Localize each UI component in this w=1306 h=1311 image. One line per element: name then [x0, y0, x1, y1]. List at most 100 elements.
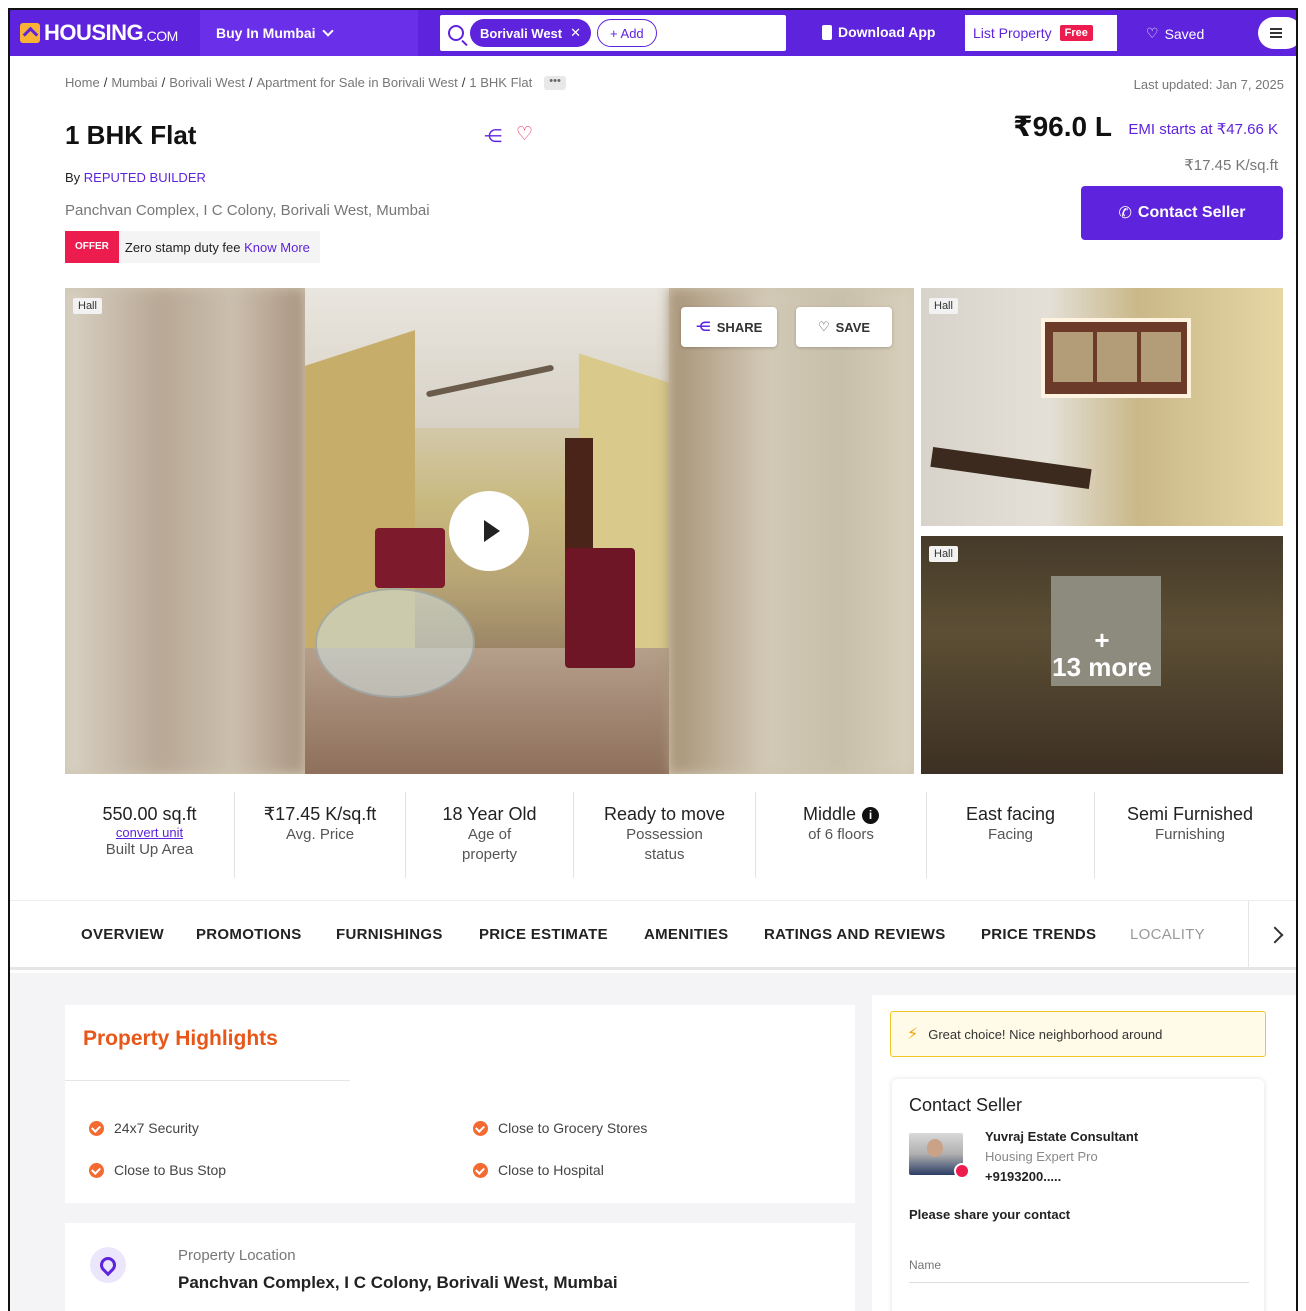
share-contact-label: Please share your contact — [909, 1207, 1071, 1222]
stat-label: Built Up Area — [105, 841, 194, 858]
download-label: Download App — [838, 24, 936, 40]
search-bar[interactable]: Borivali West ✕ + Add — [440, 15, 786, 51]
breadcrumb-locality[interactable]: Borivali West — [169, 75, 245, 90]
highlight-label: Close to Bus Stop — [114, 1162, 227, 1178]
saved-heart-icon: ♡ — [1146, 25, 1159, 41]
highlight-label: Close to Grocery Stores — [498, 1120, 648, 1136]
heart-icon[interactable]: ♡ — [516, 123, 533, 146]
list-property-button[interactable]: List Property Free — [965, 15, 1117, 51]
breadcrumb-more-button[interactable]: ••• — [544, 75, 566, 90]
location-pin-icon — [90, 1247, 126, 1283]
tab-overview[interactable]: OVERVIEW — [81, 926, 164, 943]
close-icon[interactable]: ✕ — [570, 25, 581, 41]
stat-value: 18 Year Old — [442, 804, 537, 824]
highlights-card: Property Highlights 24x7 Security Close … — [65, 1005, 855, 1203]
neighborhood-text: Great choice! Nice neighborhood around — [928, 1026, 1163, 1042]
tab-amenities[interactable]: AMENITIES — [644, 926, 728, 943]
contact-seller-label: Contact Seller — [1137, 204, 1246, 221]
tab-price-estimate[interactable]: PRICE ESTIMATE — [479, 926, 608, 943]
search-icon — [448, 25, 464, 41]
breadcrumb-category[interactable]: Apartment for Sale in Borivali West — [256, 75, 457, 90]
menu-button[interactable] — [1258, 17, 1296, 49]
glass-table — [315, 588, 475, 698]
main-photo[interactable]: Hall ⋲ SHARE ♡ SAVE — [65, 288, 914, 774]
by-label: By — [65, 170, 81, 185]
hamburger-icon — [1270, 28, 1282, 38]
check-icon — [473, 1162, 488, 1178]
play-video-button[interactable] — [449, 491, 529, 571]
city-selector[interactable]: Buy In Mumbai — [200, 10, 418, 56]
wall-cabinet — [1041, 318, 1191, 398]
stat-value: Middle — [802, 804, 857, 824]
verified-badge-icon — [954, 1163, 970, 1179]
add-location-button[interactable]: + Add — [597, 19, 657, 47]
housing-logo[interactable]: HOUSING .COM — [20, 20, 178, 46]
search-chip-label: Borivali West — [480, 25, 563, 41]
phone-call-icon: ✆ — [1118, 205, 1132, 222]
stat-label: Age of property — [461, 826, 518, 863]
photo-tag: Hall — [929, 546, 958, 562]
tab-ratings-reviews[interactable]: RATINGS AND REVIEWS — [764, 926, 946, 943]
side-photo-1[interactable]: Hall — [921, 288, 1283, 526]
logo-text: HOUSING — [44, 20, 144, 45]
location-value: Panchvan Complex, I C Colony, Borivali W… — [178, 1273, 618, 1292]
phone-icon — [822, 24, 832, 40]
contact-seller-card: Contact Seller Yuvraj Estate Consultant … — [892, 1079, 1264, 1311]
logo-suffix: .COM — [143, 28, 178, 44]
photo-tag: Hall — [73, 298, 102, 314]
tab-promotions[interactable]: PROMOTIONS — [196, 926, 302, 943]
contact-sidebar: ⚡ Great choice! Nice neighborhood around… — [872, 995, 1296, 1311]
breadcrumb-city[interactable]: Mumbai — [111, 75, 157, 90]
contact-seller-button[interactable]: ✆ Contact Seller — [1081, 186, 1283, 240]
share-icon: ⋲ — [695, 319, 711, 334]
share-photo-button[interactable]: ⋲ SHARE — [681, 307, 777, 347]
offer-tag: OFFER — [65, 231, 119, 263]
stat-facing: East facing Facing — [927, 792, 1095, 878]
more-photos-overlay[interactable]: + 13 more — [921, 536, 1283, 774]
stat-value: ₹17.45 K/sq.ft — [263, 804, 377, 824]
offer-text: Zero stamp duty fee — [124, 239, 241, 255]
name-field[interactable] — [909, 1247, 1249, 1283]
share-icon[interactable]: ⋲ — [484, 126, 502, 147]
stat-area: 550.00 sq.ft convert unit Built Up Area — [65, 792, 235, 878]
download-app-link[interactable]: Download App — [822, 24, 935, 40]
bench — [930, 446, 1092, 490]
builder-link[interactable]: REPUTED BUILDER — [84, 170, 206, 185]
stat-possession: Ready to move Possession status — [574, 792, 756, 878]
builder-line: By REPUTED BUILDER — [65, 170, 206, 185]
saved-link[interactable]: ♡ Saved — [1146, 25, 1204, 42]
stat-label: Facing — [987, 826, 1034, 843]
section-tabs: OVERVIEW PROMOTIONS FURNISHINGS PRICE ES… — [10, 900, 1296, 970]
plus-icon: + — [1094, 624, 1110, 655]
stat-label: Furnishing — [1154, 826, 1226, 843]
agent-name[interactable]: Yuvraj Estate Consultant — [985, 1129, 1138, 1144]
stat-value-wrap: Middle i — [802, 804, 880, 825]
stat-floor: Middle i of 6 floors — [756, 792, 927, 878]
know-more-link[interactable]: Know More — [244, 240, 310, 255]
check-icon — [473, 1120, 488, 1136]
saved-label: Saved — [1164, 25, 1205, 42]
sofa — [375, 528, 445, 588]
tab-furnishings[interactable]: FURNISHINGS — [336, 926, 443, 943]
more-photos-count: 13 more — [1052, 651, 1152, 682]
divider — [65, 1080, 350, 1081]
highlights-title: Property Highlights — [83, 1027, 278, 1050]
convert-unit-link[interactable]: convert unit — [116, 825, 183, 840]
tab-price-trends[interactable]: PRICE TRENDS — [981, 926, 1096, 943]
highlight-item: Close to Grocery Stores — [473, 1120, 647, 1136]
tab-locality[interactable]: LOCALITY — [1130, 926, 1205, 943]
info-icon[interactable]: i — [862, 807, 880, 824]
chevron-right-icon[interactable] — [1248, 901, 1296, 968]
check-icon — [89, 1162, 104, 1178]
highlight-label: 24x7 Security — [114, 1120, 199, 1136]
save-photo-button[interactable]: ♡ SAVE — [796, 307, 892, 347]
side-photo-2[interactable]: + 13 more Hall — [921, 536, 1283, 774]
lightning-icon: ⚡ — [907, 1026, 919, 1043]
breadcrumb-home[interactable]: Home — [65, 75, 100, 90]
stat-value: 550.00 sq.ft — [102, 804, 197, 824]
last-updated: Last updated: Jan 7, 2025 — [1133, 77, 1284, 92]
search-chip[interactable]: Borivali West ✕ — [470, 19, 592, 47]
highlight-item: Close to Bus Stop — [89, 1162, 226, 1178]
blurred-left-panel — [65, 288, 305, 774]
emi-link[interactable]: EMI starts at ₹47.66 K — [1128, 120, 1278, 138]
